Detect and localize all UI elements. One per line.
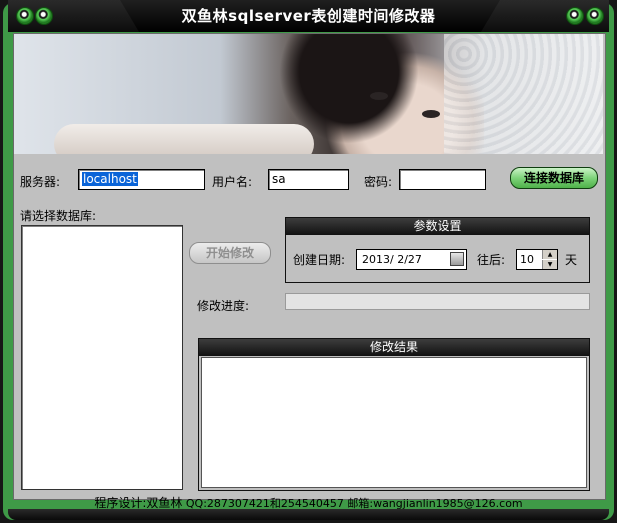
days-spinner[interactable]: 10 ▲ ▼: [516, 249, 558, 270]
bottom-frame-bar: [8, 509, 609, 520]
banner-hair-shape: [279, 34, 419, 144]
result-header: 修改结果: [199, 339, 589, 356]
username-label: 用户名:: [212, 175, 253, 189]
banner-image: [14, 34, 603, 154]
window-title: 双鱼林sqlserver表创建时间修改器: [181, 7, 436, 25]
server-label: 服务器:: [20, 175, 61, 189]
password-input[interactable]: [399, 169, 486, 190]
banner-eye-left: [370, 92, 388, 100]
username-input[interactable]: sa: [268, 169, 349, 190]
restore-button[interactable]: [35, 7, 53, 25]
server-input[interactable]: localhost: [78, 169, 205, 190]
banner-eye-right: [422, 110, 440, 118]
create-date-picker[interactable]: 2013/ 2/27: [356, 249, 467, 270]
calendar-dropdown-icon[interactable]: [450, 252, 464, 266]
start-modify-button[interactable]: 开始修改: [189, 242, 271, 264]
close-button[interactable]: [586, 7, 604, 25]
banner-lace-shape: [444, 34, 603, 154]
days-unit-label: 天: [565, 253, 578, 267]
banner-arm-shape: [54, 124, 314, 154]
spin-up-icon[interactable]: ▲: [542, 250, 557, 259]
create-date-value: 2013/ 2/27: [362, 253, 422, 266]
connect-database-button[interactable]: 连接数据库: [510, 167, 598, 189]
days-after-label: 往后:: [477, 253, 506, 267]
password-label: 密码:: [364, 175, 393, 189]
modify-progress-bar: [285, 293, 590, 310]
minimize-button[interactable]: [16, 7, 34, 25]
spin-down-icon[interactable]: ▼: [542, 260, 557, 269]
maximize-button[interactable]: [566, 7, 584, 25]
footer-designer: 程序设计:双鱼林: [94, 496, 183, 510]
database-select-label: 请选择数据库:: [20, 209, 97, 223]
username-input-value: sa: [272, 172, 286, 186]
days-spinner-value: 10: [520, 253, 534, 266]
create-date-label: 创建日期:: [293, 253, 346, 267]
progress-label: 修改进度:: [197, 299, 250, 313]
database-list[interactable]: [21, 225, 183, 490]
result-textarea[interactable]: [201, 357, 587, 488]
params-header: 参数设置: [286, 218, 589, 235]
server-input-value: localhost: [82, 172, 138, 186]
